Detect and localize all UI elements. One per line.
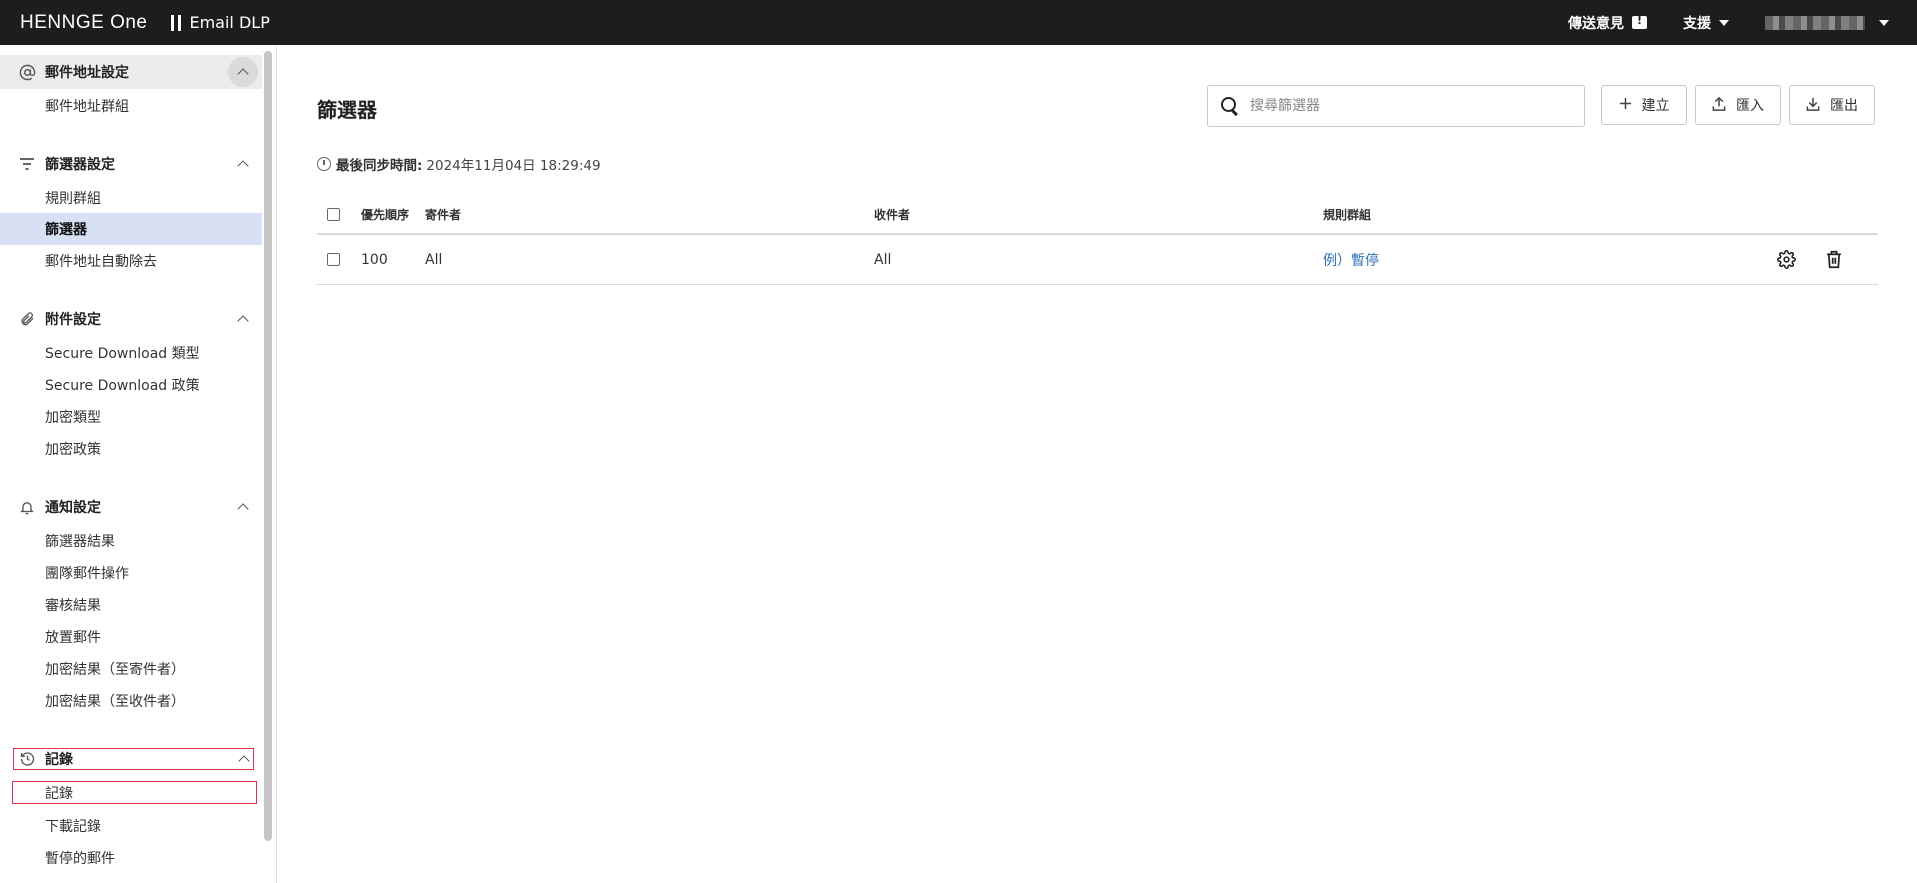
gear-icon[interactable] — [1775, 249, 1797, 271]
trash-icon[interactable] — [1823, 249, 1845, 271]
top-bar: HENNGE One Email DLP 傳送意見 支援 — [0, 0, 1917, 45]
sidebar-section-attachment-settings[interactable]: 附件設定 — [0, 302, 262, 336]
row-sender: All — [425, 251, 443, 268]
sidebar-item-address-groups[interactable]: 郵件地址群組 — [0, 90, 262, 122]
clock-icon — [317, 157, 331, 171]
create-label: 建立 — [1641, 98, 1670, 114]
bell-icon — [18, 498, 36, 516]
select-all-checkbox-cell — [327, 195, 340, 233]
sidebar-item-filters[interactable]: 篩選器 — [0, 213, 262, 245]
chevron-up-icon[interactable] — [235, 750, 253, 768]
export-button[interactable]: 匯出 — [1789, 85, 1875, 125]
row-priority: 100 — [361, 251, 388, 268]
export-label: 匯出 — [1830, 98, 1858, 114]
row-settings-cell — [1775, 235, 1797, 284]
sidebar-item-held-mail[interactable]: 暫停的郵件 — [0, 842, 262, 874]
sidebar-item-filter-results[interactable]: 篩選器結果 — [0, 525, 262, 557]
sidebar-section-title: 篩選器設定 — [45, 157, 115, 173]
feedback-icon — [1632, 14, 1647, 29]
download-icon — [1806, 96, 1820, 114]
feedback-label: 傳送意見 — [1568, 15, 1624, 32]
brand-logo: HENNGE One — [20, 11, 148, 33]
sidebar-item-team-mail-actions[interactable]: 團隊郵件操作 — [0, 557, 262, 589]
row-rule-group-link[interactable]: 例）暫停 — [1323, 235, 1379, 284]
sidebar-section-logs[interactable]: 記錄 — [12, 747, 255, 771]
sidebar-section-title: 記錄 — [45, 752, 73, 768]
sidebar-item-sd-policies[interactable]: Secure Download 政策 — [0, 369, 262, 401]
at-icon — [18, 63, 36, 81]
sidebar-scrollbar[interactable] — [264, 51, 272, 841]
sidebar-section-title: 附件設定 — [45, 312, 101, 328]
row-checkbox-cell — [327, 235, 340, 284]
import-button[interactable]: 匯入 — [1695, 85, 1781, 125]
chevron-down-icon — [1719, 19, 1729, 26]
support-label: 支援 — [1683, 15, 1711, 32]
avatar — [1765, 15, 1865, 30]
select-all-checkbox[interactable] — [327, 207, 340, 221]
search-icon — [1220, 96, 1240, 116]
sidebar: 郵件地址設定 郵件地址群組 篩選器設定 規則群組 篩選器 郵件地址自動除去 附件… — [0, 45, 277, 883]
sidebar-section-title: 通知設定 — [45, 500, 101, 516]
sync-time: 2024年11月04日 18:29:49 — [426, 158, 601, 174]
page-title: 篩選器 — [317, 98, 377, 122]
last-sync: 最後同步時間: 2024年11月04日 18:29:49 — [317, 154, 601, 174]
column-priority[interactable]: 優先順序 — [361, 195, 409, 233]
column-rule-group[interactable]: 規則群組 — [1323, 195, 1371, 233]
table-header: 優先順序 寄件者 收件者 規則群組 — [317, 195, 1878, 235]
search-box[interactable] — [1207, 85, 1585, 127]
sidebar-item-encryption-policies[interactable]: 加密政策 — [0, 433, 262, 465]
sidebar-item-encryption-types[interactable]: 加密類型 — [0, 401, 262, 433]
main-content: 篩選器 建立 匯入 匯出 最後同步時間: 2024年11月04日 18:29:4… — [277, 45, 1917, 883]
sidebar-item-placed-mail[interactable]: 放置郵件 — [0, 621, 262, 653]
plus-icon — [1619, 97, 1632, 113]
paperclip-icon — [18, 310, 36, 328]
sidebar-item-encrypt-results-sender[interactable]: 加密結果（至寄件者） — [0, 653, 262, 685]
filters-table: 優先順序 寄件者 收件者 規則群組 100 All All 例）暫停 — [317, 195, 1878, 285]
sidebar-item-download-logs[interactable]: 下載記錄 — [0, 810, 262, 842]
support-menu[interactable]: 支援 — [1683, 13, 1729, 33]
sync-label: 最後同步時間: — [336, 158, 423, 174]
sidebar-item-rule-groups[interactable]: 規則群組 — [0, 182, 262, 214]
sidebar-item-auto-remove[interactable]: 郵件地址自動除去 — [0, 245, 262, 277]
feedback-button[interactable]: 傳送意見 — [1568, 13, 1647, 33]
brand[interactable]: HENNGE One Email DLP — [20, 12, 270, 34]
chevron-up-icon[interactable] — [234, 498, 252, 516]
row-delete-cell — [1823, 235, 1845, 284]
row-checkbox[interactable] — [327, 253, 340, 266]
chevron-up-icon[interactable] — [234, 155, 252, 173]
product-name: Email DLP — [189, 13, 270, 32]
sidebar-section-filter-settings[interactable]: 篩選器設定 — [0, 147, 262, 181]
row-recipient: All — [874, 251, 892, 268]
filter-icon — [18, 155, 36, 173]
sidebar-item-logs[interactable]: 記錄 — [11, 780, 258, 805]
sidebar-item-review-results[interactable]: 審核結果 — [0, 589, 262, 621]
sidebar-section-notification-settings[interactable]: 通知設定 — [0, 490, 262, 524]
chevron-up-icon[interactable] — [234, 310, 252, 328]
create-button[interactable]: 建立 — [1601, 85, 1687, 125]
sidebar-section-title: 郵件地址設定 — [45, 65, 129, 81]
history-icon — [18, 750, 36, 768]
chevron-down-icon — [1879, 19, 1889, 26]
sidebar-section-address-settings[interactable]: 郵件地址設定 — [0, 55, 262, 89]
search-input[interactable] — [1250, 98, 1570, 114]
sidebar-item-sd-types[interactable]: Secure Download 類型 — [0, 337, 262, 369]
chevron-up-icon[interactable] — [228, 57, 258, 87]
import-label: 匯入 — [1736, 98, 1764, 114]
user-menu[interactable] — [1765, 15, 1889, 30]
table-row[interactable]: 100 All All 例）暫停 — [317, 235, 1878, 285]
column-recipient[interactable]: 收件者 — [874, 195, 910, 233]
upload-icon — [1712, 96, 1726, 114]
brand-separator-icon — [171, 14, 182, 31]
column-sender[interactable]: 寄件者 — [425, 195, 461, 233]
sidebar-item-encrypt-results-recipient[interactable]: 加密結果（至收件者） — [0, 685, 262, 717]
